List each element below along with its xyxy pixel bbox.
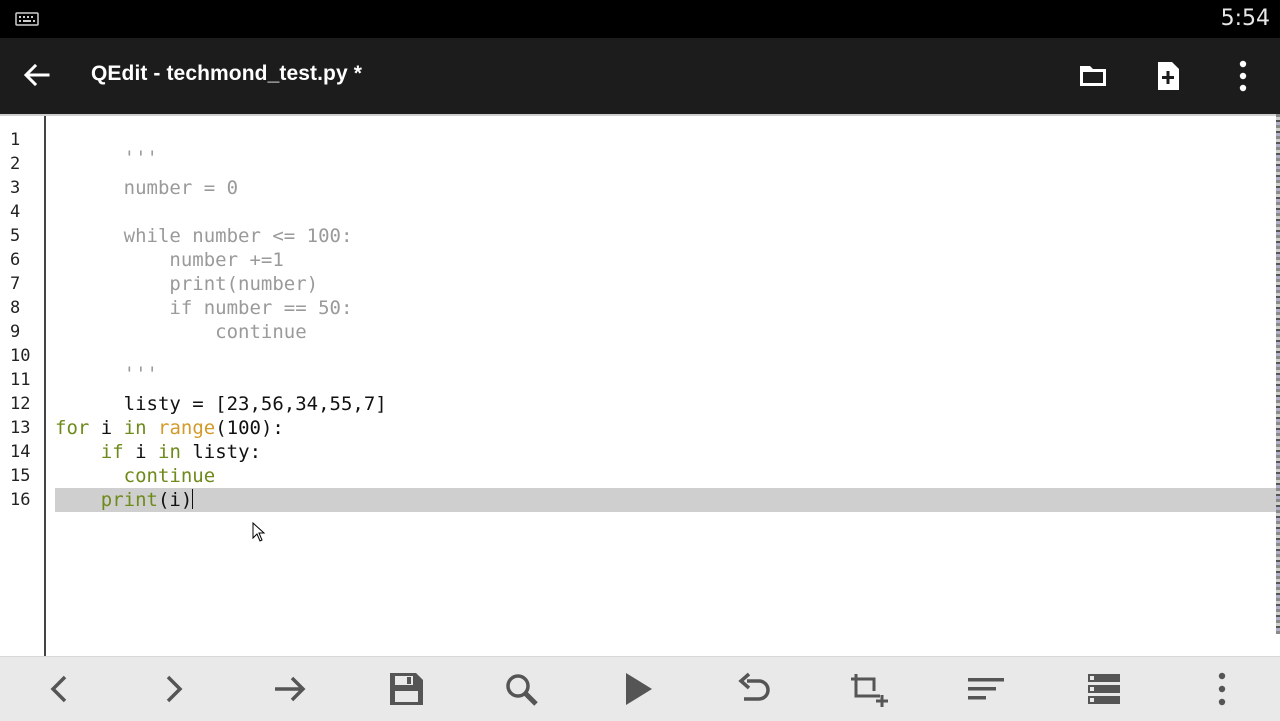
code-text: ) xyxy=(180,489,193,511)
line-number: 6 xyxy=(10,250,21,270)
code-line[interactable]: number = 0 xyxy=(55,152,1276,199)
code-line[interactable] xyxy=(55,392,1276,416)
line-number: 13 xyxy=(10,418,31,438)
code-line[interactable]: ''' xyxy=(55,122,1276,169)
code-text: i xyxy=(169,489,181,511)
back-arrow-icon[interactable] xyxy=(18,58,54,94)
overflow-menu-icon[interactable] xyxy=(1223,56,1263,96)
undo-icon[interactable] xyxy=(734,671,774,707)
line-number-gutter: 1 2 3 4 5 6 7 8 9 10 11 12 13 14 15 16 xyxy=(0,116,46,658)
code-text: i xyxy=(100,417,113,439)
code-keyword: print xyxy=(100,489,158,511)
line-number: 9 xyxy=(10,322,21,342)
code-text: : xyxy=(249,441,262,463)
sort-lines-icon[interactable] xyxy=(966,671,1006,707)
code-keyword: in xyxy=(158,441,181,463)
line-number: 12 xyxy=(10,394,31,414)
code-line[interactable]: continue xyxy=(55,296,1276,343)
code-text: (100): xyxy=(215,417,284,439)
arrow-right-icon[interactable] xyxy=(270,671,310,707)
code-keyword: continue xyxy=(123,465,216,487)
app-bar: QEdit - techmond_test.py * xyxy=(0,38,1280,114)
mouse-pointer-icon xyxy=(252,522,266,542)
page-title: QEdit - techmond_test.py * xyxy=(91,62,362,85)
code-line[interactable]: continue xyxy=(55,464,1276,488)
code-line[interactable]: number +=1 xyxy=(55,224,1276,271)
line-number: 2 xyxy=(10,154,21,174)
folder-icon[interactable] xyxy=(1073,56,1113,96)
code-text: ( xyxy=(157,489,170,511)
scrollbar[interactable] xyxy=(1276,114,1280,634)
code-keyword: if xyxy=(100,441,124,463)
overflow-menu-icon[interactable] xyxy=(1202,671,1242,707)
code-line[interactable]: listy = [23,56,34,55,7] xyxy=(55,368,1276,415)
list-view-icon[interactable] xyxy=(1084,671,1124,707)
search-icon[interactable] xyxy=(502,671,542,707)
crop-add-icon[interactable] xyxy=(850,671,890,707)
keyboard-icon xyxy=(15,12,39,26)
code-line[interactable] xyxy=(55,176,1276,200)
save-icon[interactable] xyxy=(386,671,426,707)
line-number: 8 xyxy=(10,298,21,318)
code-keyword: for xyxy=(55,417,90,439)
code-editor[interactable]: 1 2 3 4 5 6 7 8 9 10 11 12 13 14 15 16 '… xyxy=(0,114,1276,658)
line-number: 4 xyxy=(10,202,21,222)
code-line-current[interactable]: print(i) xyxy=(55,488,1276,512)
line-number: 5 xyxy=(10,226,21,246)
code-text: listy xyxy=(192,441,250,463)
text-caret xyxy=(192,489,194,509)
code-line[interactable]: if i in listy: xyxy=(55,440,1276,464)
status-bar: 5:54 xyxy=(0,0,1280,38)
chevron-left-icon[interactable] xyxy=(39,671,79,707)
line-number: 15 xyxy=(10,466,31,486)
line-number: 10 xyxy=(10,346,31,366)
play-icon[interactable] xyxy=(618,671,658,707)
new-file-icon[interactable] xyxy=(1148,56,1188,96)
code-line[interactable]: print(number) xyxy=(55,248,1276,295)
line-number: 3 xyxy=(10,178,21,198)
code-area[interactable]: ''' number = 0 while number <= 100: numb… xyxy=(55,116,1276,658)
bottom-toolbar xyxy=(0,656,1280,721)
line-number: 11 xyxy=(10,370,31,390)
code-builtin: range xyxy=(158,417,216,439)
code-line[interactable]: if number == 50: xyxy=(55,272,1276,319)
code-text: i xyxy=(135,441,147,463)
code-line[interactable]: ''' xyxy=(55,338,1276,385)
line-number: 7 xyxy=(10,274,21,294)
code-line[interactable]: while number <= 100: xyxy=(55,200,1276,247)
code-keyword: in xyxy=(123,417,147,439)
chevron-right-icon[interactable] xyxy=(154,671,194,707)
line-number: 1 xyxy=(10,130,21,150)
code-line[interactable]: for i in range(100): xyxy=(55,416,1276,440)
status-time: 5:54 xyxy=(1220,6,1270,31)
line-number: 16 xyxy=(10,490,31,510)
line-number: 14 xyxy=(10,442,31,462)
